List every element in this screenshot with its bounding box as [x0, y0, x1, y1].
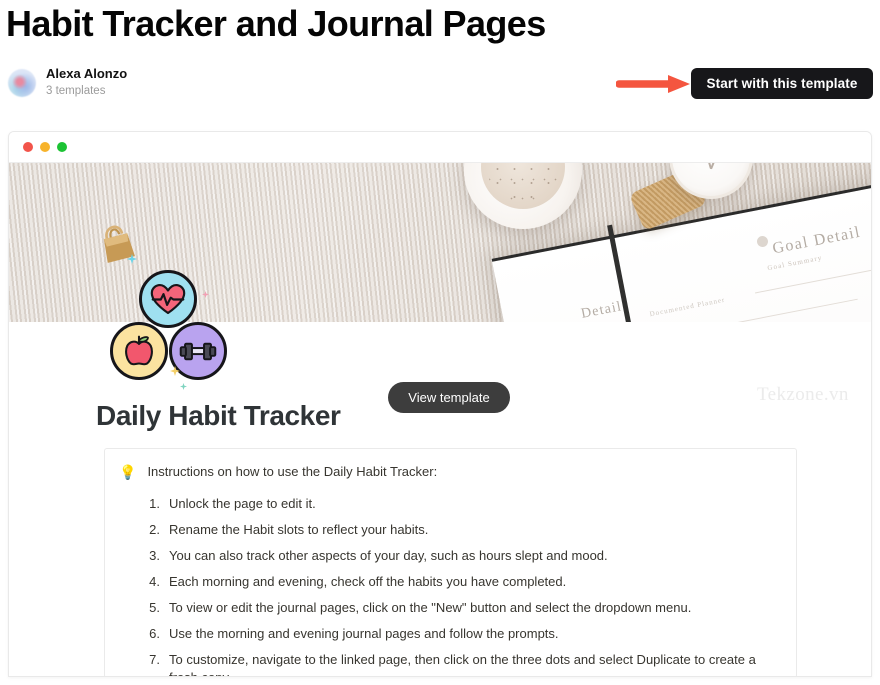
page-title: Habit Tracker and Journal Pages [6, 3, 546, 44]
browser-preview-card: Goal Detail Goal Summary Detail Document… [8, 131, 872, 677]
template-gallery-page: Habit Tracker and Journal Pages Alexa Al… [0, 0, 880, 685]
list-item: 1. Unlock the page to edit it. [145, 495, 778, 513]
site-watermark: Tekzone.vn [757, 384, 849, 405]
step-number: 4. [149, 574, 160, 589]
list-item: 2. Rename the Habit slots to reflect you… [145, 521, 778, 539]
view-template-button[interactable]: View template [388, 382, 510, 413]
step-text: To view or edit the journal pages, click… [169, 600, 692, 615]
step-text: Unlock the page to edit it. [169, 496, 316, 511]
callout-header: 💡 Instructions on how to use the Daily H… [119, 463, 778, 481]
red-arrow-icon [616, 75, 690, 93]
step-number: 3. [149, 548, 160, 563]
sparkle-icon [180, 383, 187, 390]
list-item: 5. To view or edit the journal pages, cl… [145, 599, 778, 617]
step-text: Rename the Habit slots to reflect your h… [169, 522, 429, 537]
sparkle-icon [127, 254, 137, 264]
callout-title: Instructions on how to use the Daily Hab… [147, 464, 438, 479]
document-title: Daily Habit Tracker [96, 400, 341, 431]
list-item: 7. To customize, navigate to the linked … [145, 651, 778, 676]
step-number: 5. [149, 600, 160, 615]
apple-icon [110, 322, 168, 380]
step-text: Each morning and evening, check off the … [169, 574, 567, 589]
start-with-template-button[interactable]: Start with this template [691, 68, 873, 99]
step-number: 1. [149, 496, 160, 511]
sparkle-icon [202, 291, 209, 298]
template-content-area: Tekzone.vn View template Daily Habit Tra… [9, 254, 871, 676]
step-number: 6. [149, 626, 160, 641]
step-text: To customize, navigate to the linked pag… [169, 652, 756, 676]
step-text: You can also track other aspects of your… [169, 548, 608, 563]
author-name: Alexa Alonzo [46, 66, 128, 81]
list-item: 6. Use the morning and evening journal p… [145, 625, 778, 643]
instructions-list: 1. Unlock the page to edit it. 2. Rename… [145, 495, 778, 676]
maximize-window-icon[interactable] [57, 142, 67, 152]
list-item: 3. You can also track other aspects of y… [145, 547, 778, 565]
author-template-count: 3 templates [46, 85, 106, 97]
sparkle-icon [170, 366, 180, 376]
step-number: 7. [149, 652, 160, 667]
lightbulb-icon: 💡 [119, 464, 137, 480]
step-number: 2. [149, 522, 160, 537]
author-info: Alexa Alonzo 3 templates [46, 66, 127, 99]
close-window-icon[interactable] [23, 142, 33, 152]
browser-titlebar [9, 132, 871, 163]
author-row[interactable]: Alexa Alonzo 3 templates [8, 66, 127, 99]
heartbeat-icon [139, 270, 197, 328]
instructions-callout: 💡 Instructions on how to use the Daily H… [104, 448, 797, 676]
list-item: 4. Each morning and evening, check off t… [145, 573, 778, 591]
step-text: Use the morning and evening journal page… [169, 626, 559, 641]
minimize-window-icon[interactable] [40, 142, 50, 152]
user-avatar [8, 68, 36, 97]
